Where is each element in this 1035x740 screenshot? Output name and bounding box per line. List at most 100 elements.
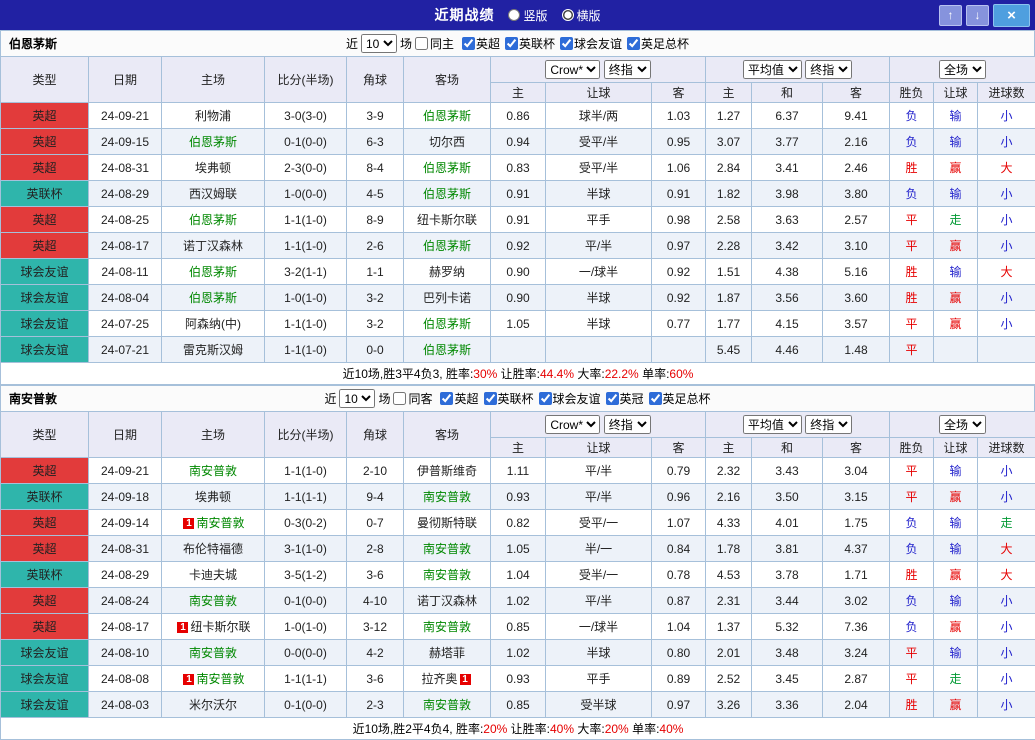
away-team-cell[interactable]: 伯恩茅斯 xyxy=(404,155,491,181)
same-venue-filter[interactable]: 同主 xyxy=(415,35,454,52)
asian-odds-time-select[interactable]: 终指 xyxy=(604,60,651,79)
layout-radio-vertical[interactable]: 竖版 xyxy=(508,7,547,24)
subcol-handicap-result: 让球 xyxy=(934,438,978,458)
home-team-cell[interactable]: 卡迪夫城 xyxy=(162,562,265,588)
away-team-cell[interactable]: 曼彻斯特联 xyxy=(404,510,491,536)
league-filter-checkbox[interactable]: 球会友谊 xyxy=(560,35,622,52)
away-team-cell[interactable]: 南安普敦 xyxy=(404,536,491,562)
league-checkbox-input[interactable] xyxy=(627,37,640,50)
move-up-button[interactable]: ↑ xyxy=(939,5,962,26)
winloss-result: 胜 xyxy=(890,259,934,285)
subcol-avg-home: 主 xyxy=(706,83,752,103)
league-checkbox-input[interactable] xyxy=(539,392,552,405)
home-team-cell[interactable]: 伯恩茅斯 xyxy=(162,285,265,311)
europe-odds-type-select[interactable]: 平均值 xyxy=(743,415,802,434)
away-team-cell[interactable]: 伯恩茅斯 xyxy=(404,233,491,259)
home-team-cell[interactable]: 布伦特福德 xyxy=(162,536,265,562)
same-venue-filter[interactable]: 同客 xyxy=(393,390,432,407)
avg-home-odds: 4.33 xyxy=(706,510,752,536)
match-date: 24-08-29 xyxy=(89,562,162,588)
match-scope-select[interactable]: 全场 xyxy=(939,415,986,434)
away-team-cell[interactable]: 南安普敦 xyxy=(404,692,491,718)
away-team-cell[interactable]: 诺丁汉森林 xyxy=(404,588,491,614)
avg-draw-odds: 3.63 xyxy=(752,207,823,233)
home-team-cell[interactable]: 雷克斯汉姆 xyxy=(162,337,265,363)
league-checkbox-input[interactable] xyxy=(440,392,453,405)
move-down-button[interactable]: ↓ xyxy=(966,5,989,26)
league-filter-checkbox[interactable]: 英足总杯 xyxy=(627,35,689,52)
close-button[interactable]: × xyxy=(993,4,1030,27)
away-team-cell[interactable]: 南安普敦 xyxy=(404,562,491,588)
league-checkbox-input[interactable] xyxy=(560,37,573,50)
home-team-cell[interactable]: 1纽卡斯尔联 xyxy=(162,614,265,640)
away-team-cell[interactable]: 切尔西 xyxy=(404,129,491,155)
home-team-cell[interactable]: 1南安普敦 xyxy=(162,666,265,692)
league-filter-checkbox[interactable]: 英超 xyxy=(440,390,478,407)
home-team-cell[interactable]: 阿森纳(中) xyxy=(162,311,265,337)
europe-odds-time-select[interactable]: 终指 xyxy=(805,415,852,434)
asian-odds-time-select[interactable]: 终指 xyxy=(604,415,651,434)
odds-company-select[interactable]: Crow* xyxy=(545,60,600,79)
red-card-badge: 1 xyxy=(177,622,188,633)
away-team-cell[interactable]: 伯恩茅斯 xyxy=(404,311,491,337)
league-filter-checkbox[interactable]: 英联杯 xyxy=(484,390,534,407)
corner-count: 6-3 xyxy=(347,129,404,155)
league-filter-checkbox[interactable]: 英冠 xyxy=(606,390,644,407)
away-team-cell[interactable]: 伊普斯维奇 xyxy=(404,458,491,484)
home-team-cell[interactable]: 南安普敦 xyxy=(162,458,265,484)
layout-radio-horizontal[interactable]: 横版 xyxy=(562,7,601,24)
home-team-cell[interactable]: 1南安普敦 xyxy=(162,510,265,536)
away-team-cell[interactable]: 伯恩茅斯 xyxy=(404,181,491,207)
home-team-cell[interactable]: 埃弗顿 xyxy=(162,484,265,510)
league-checkbox-input[interactable] xyxy=(649,392,662,405)
handicap-result: 输 xyxy=(934,103,978,129)
home-team-cell[interactable]: 伯恩茅斯 xyxy=(162,129,265,155)
winloss-result: 平 xyxy=(890,311,934,337)
league-checkbox-input[interactable] xyxy=(505,37,518,50)
recent-count-select[interactable]: 10 xyxy=(339,389,375,408)
handicap-result: 赢 xyxy=(934,614,978,640)
summary-row: 近10场,胜3平4负3, 胜率:30% 让胜率:44.4% 大率:22.2% 单… xyxy=(1,363,1035,385)
away-team-cell[interactable]: 南安普敦 xyxy=(404,484,491,510)
col-home: 主场 xyxy=(162,412,265,458)
away-team-cell[interactable]: 拉齐奥1 xyxy=(404,666,491,692)
odds-company-select[interactable]: Crow* xyxy=(545,415,600,434)
league-checkbox-input[interactable] xyxy=(462,37,475,50)
match-scope-select[interactable]: 全场 xyxy=(939,60,986,79)
league-filter-checkbox[interactable]: 英超 xyxy=(462,35,500,52)
league-filter-checkbox[interactable]: 英联杯 xyxy=(505,35,555,52)
home-team-cell[interactable]: 诺丁汉森林 xyxy=(162,233,265,259)
europe-odds-type-select[interactable]: 平均值 xyxy=(743,60,802,79)
col-away: 客场 xyxy=(404,412,491,458)
away-team-cell[interactable]: 纽卡斯尔联 xyxy=(404,207,491,233)
home-team-cell[interactable]: 利物浦 xyxy=(162,103,265,129)
home-team-cell[interactable]: 米尔沃尔 xyxy=(162,692,265,718)
match-row: 英联杯24-09-18埃弗顿1-1(1-1)9-4南安普敦0.93平/半0.96… xyxy=(1,484,1035,510)
home-team-cell[interactable]: 伯恩茅斯 xyxy=(162,207,265,233)
horizontal-layout-radio-input[interactable] xyxy=(562,9,574,21)
asian-home-odds: 0.85 xyxy=(491,692,546,718)
same-venue-checkbox[interactable] xyxy=(415,37,428,50)
recent-count-select[interactable]: 10 xyxy=(361,34,397,53)
home-team-cell[interactable]: 南安普敦 xyxy=(162,640,265,666)
away-team-cell[interactable]: 南安普敦 xyxy=(404,614,491,640)
league-checkbox-input[interactable] xyxy=(606,392,619,405)
same-venue-checkbox[interactable] xyxy=(393,392,406,405)
away-team-cell[interactable]: 伯恩茅斯 xyxy=(404,103,491,129)
league-type-badge: 英超 xyxy=(1,207,89,233)
home-team-cell[interactable]: 埃弗顿 xyxy=(162,155,265,181)
away-team-cell[interactable]: 赫罗纳 xyxy=(404,259,491,285)
away-team-cell[interactable]: 赫塔菲 xyxy=(404,640,491,666)
away-team-cell[interactable]: 伯恩茅斯 xyxy=(404,337,491,363)
vertical-layout-radio-input[interactable] xyxy=(508,9,520,21)
league-filter-checkbox[interactable]: 球会友谊 xyxy=(539,390,601,407)
home-team-cell[interactable]: 西汉姆联 xyxy=(162,181,265,207)
league-checkbox-input[interactable] xyxy=(484,392,497,405)
away-team-cell[interactable]: 巴列卡诺 xyxy=(404,285,491,311)
home-team-cell[interactable]: 南安普敦 xyxy=(162,588,265,614)
avg-draw-odds: 5.32 xyxy=(752,614,823,640)
home-team-cell[interactable]: 伯恩茅斯 xyxy=(162,259,265,285)
europe-odds-time-select[interactable]: 终指 xyxy=(805,60,852,79)
league-filter-checkbox[interactable]: 英足总杯 xyxy=(649,390,711,407)
avg-away-odds: 2.16 xyxy=(823,129,890,155)
